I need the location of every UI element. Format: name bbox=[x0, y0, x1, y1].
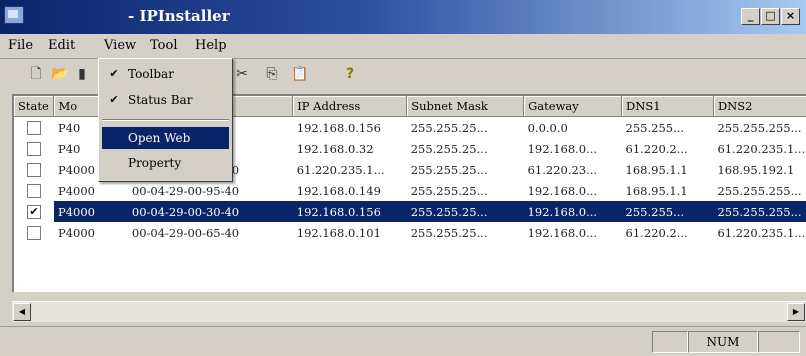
column-header-gateway[interactable]: Gateway bbox=[523, 96, 623, 117]
menu-item-status-bar[interactable]: ✔ Status Bar bbox=[102, 89, 229, 111]
cell-dns1: 168.95.1.1 bbox=[625, 162, 688, 177]
scroll-left-icon[interactable]: ◀ bbox=[13, 303, 31, 321]
cell-subnet-mask: 255.255.25... bbox=[410, 120, 488, 135]
cell-dns1: 255.255... bbox=[625, 120, 685, 135]
row-checkbox[interactable] bbox=[26, 142, 41, 156]
cell-ip-address: 61.220.235.1... bbox=[296, 162, 385, 177]
menu-file[interactable]: File bbox=[8, 38, 33, 53]
cell-dns1: 61.220.2... bbox=[625, 141, 688, 156]
horizontal-scrollbar[interactable]: ◀ ▶ bbox=[12, 301, 806, 322]
cell-state bbox=[14, 159, 54, 180]
menu-tool[interactable]: Tool bbox=[150, 38, 177, 53]
row-checkbox[interactable] bbox=[26, 121, 41, 135]
open-folder-icon[interactable]: 📂 bbox=[50, 64, 70, 84]
menu-item-toolbar[interactable]: ✔ Toolbar bbox=[102, 63, 229, 85]
status-panel bbox=[758, 331, 800, 353]
row-checkbox[interactable] bbox=[26, 226, 41, 240]
cell-gateway: 192.168.0... bbox=[527, 225, 598, 240]
cell-mac-address: 00-04-29-00-95-40 bbox=[131, 183, 240, 198]
column-header-ip[interactable]: IP Address bbox=[292, 96, 408, 117]
cell-ip-address: 192.168.0.101 bbox=[296, 225, 381, 240]
save-icon[interactable]: ▮ bbox=[72, 64, 92, 84]
cell-dns2: 255.255.255... bbox=[717, 120, 802, 135]
cell-subnet-mask: 255.255.25... bbox=[410, 162, 488, 177]
cell-dns2: 168.95.192.1 bbox=[717, 162, 795, 177]
status-panel bbox=[652, 331, 688, 353]
cell-gateway: 192.168.0... bbox=[527, 183, 598, 198]
cell-state bbox=[14, 138, 54, 159]
view-dropdown-menu: ✔ Toolbar ✔ Status Bar Open Web Property bbox=[98, 58, 233, 182]
cell-state: ✔ bbox=[14, 201, 54, 222]
cell-ip-address: 192.168.0.32 bbox=[296, 141, 374, 156]
column-header-subnet[interactable]: Subnet Mask bbox=[406, 96, 525, 117]
cell-model: P4000 bbox=[53, 201, 128, 222]
menu-separator bbox=[102, 119, 229, 121]
cell-subnet-mask: 255.255.25... bbox=[410, 141, 488, 156]
menu-item-label: Status Bar bbox=[128, 93, 193, 107]
help-icon[interactable]: ? bbox=[340, 64, 360, 84]
row-checkbox[interactable] bbox=[26, 184, 41, 198]
caption-buttons: _ □ × bbox=[741, 8, 800, 25]
table-row[interactable]: P4000 00-04-29-00-95-40 192.168.0.149 255.2… bbox=[14, 180, 806, 201]
menu-item-label: Toolbar bbox=[128, 67, 174, 81]
cell-gateway: 0.0.0.0 bbox=[527, 120, 568, 135]
cell-subnet-mask: 255.255.25... bbox=[410, 225, 488, 240]
cell-mac-address: 00-04-29-00-65-40 bbox=[131, 225, 240, 240]
app-icon[interactable] bbox=[4, 6, 24, 24]
copy-icon[interactable]: ⎘ bbox=[262, 64, 282, 84]
cut-icon[interactable]: ✂ bbox=[232, 64, 252, 84]
check-icon: ✔ bbox=[109, 93, 119, 106]
menu-item-label: Open Web bbox=[128, 131, 191, 145]
cell-state bbox=[14, 117, 54, 139]
menu-bar: File Edit View Tool Help bbox=[0, 34, 806, 59]
cell-ip-address: 192.168.0.149 bbox=[296, 183, 381, 198]
column-header-dns1[interactable]: DNS1 bbox=[621, 96, 714, 117]
cell-model: P4000 bbox=[57, 183, 95, 198]
cell-dns1: 61.220.2... bbox=[625, 225, 688, 240]
num-lock-indicator: NUM bbox=[688, 331, 758, 353]
menu-view[interactable]: View bbox=[104, 38, 136, 53]
cell-dns2: 255.255.255... bbox=[713, 201, 806, 222]
application-window: - IPInstaller _ □ × File Edit View Tool … bbox=[0, 0, 806, 356]
column-header-state[interactable]: State bbox=[14, 96, 55, 117]
cell-dns2: 255.255.255... bbox=[717, 183, 802, 198]
column-header-dns2[interactable]: DNS2 bbox=[713, 96, 806, 117]
cell-ip-address: 192.168.0.156 bbox=[296, 120, 381, 135]
table-row[interactable]: P4000 00-04-29-00-65-40 192.168.0.101 255.2… bbox=[14, 222, 806, 243]
cell-subnet-mask: 255.255.25... bbox=[410, 183, 488, 198]
menu-item-property[interactable]: Property bbox=[102, 152, 229, 174]
cell-ip-address: 192.168.0.156 bbox=[292, 201, 407, 222]
cell-dns2: 61.220.235.1... bbox=[717, 141, 806, 156]
cell-dns1: 168.95.1.1 bbox=[625, 183, 688, 198]
cell-state bbox=[14, 222, 54, 243]
cell-mac-address: 00-04-29-00-30-40 bbox=[127, 201, 293, 222]
check-icon: ✔ bbox=[109, 67, 119, 80]
cell-subnet-mask: 255.255.25... bbox=[406, 201, 524, 222]
window-title: - IPInstaller bbox=[128, 7, 230, 25]
menu-help[interactable]: Help bbox=[195, 38, 227, 53]
cell-gateway: 192.168.0... bbox=[523, 201, 622, 222]
minimize-button[interactable]: _ bbox=[741, 8, 760, 25]
close-button[interactable]: × bbox=[781, 8, 800, 25]
row-checkbox[interactable] bbox=[26, 163, 41, 177]
title-bar[interactable]: - IPInstaller _ □ × bbox=[0, 0, 806, 34]
cell-gateway: 192.168.0... bbox=[527, 141, 598, 156]
status-bar: NUM bbox=[0, 326, 806, 356]
menu-edit[interactable]: Edit bbox=[48, 38, 75, 53]
cell-gateway: 61.220.23... bbox=[527, 162, 598, 177]
cell-dns2: 61.220.235.1... bbox=[717, 225, 806, 240]
paste-icon[interactable]: 📋 bbox=[290, 64, 310, 84]
menu-item-open-web[interactable]: Open Web bbox=[102, 127, 229, 149]
scroll-right-icon[interactable]: ▶ bbox=[787, 303, 805, 321]
table-row[interactable]: ✔ P4000 00-04-29-00-30-40 192.168.0.156 255.… bbox=[14, 201, 806, 222]
row-checkbox[interactable]: ✔ bbox=[26, 205, 41, 219]
new-file-icon[interactable]: 🗋 bbox=[26, 64, 46, 84]
cell-dns1: 255.255... bbox=[621, 201, 714, 222]
menu-item-label: Property bbox=[128, 156, 182, 170]
maximize-button[interactable]: □ bbox=[761, 8, 780, 25]
cell-model: P4000 bbox=[57, 225, 95, 240]
cell-state bbox=[14, 180, 54, 201]
